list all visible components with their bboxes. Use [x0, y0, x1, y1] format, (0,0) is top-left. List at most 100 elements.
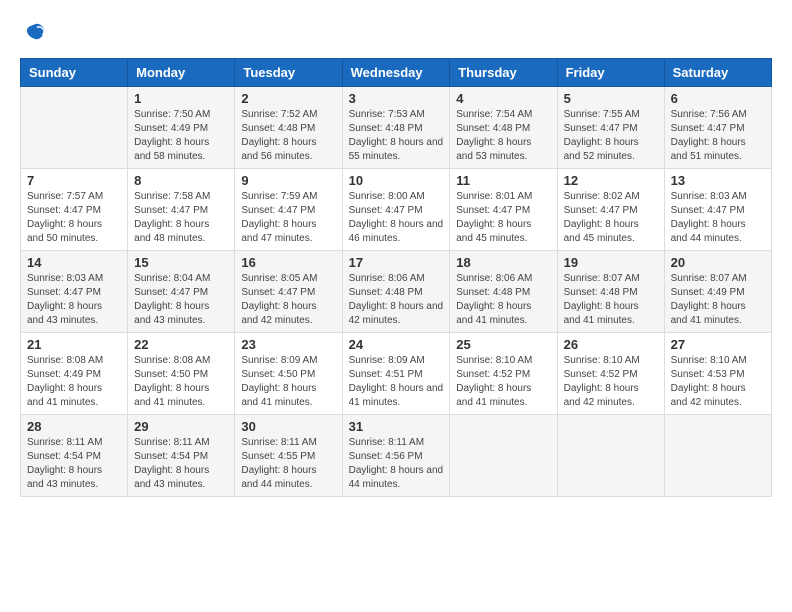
calendar-cell: 8 Sunrise: 7:58 AMSunset: 4:47 PMDaylight… [128, 169, 235, 251]
calendar-cell: 13 Sunrise: 8:03 AMSunset: 4:47 PMDayligh… [664, 169, 771, 251]
day-number: 6 [671, 91, 765, 106]
day-info: Sunrise: 7:59 AMSunset: 4:47 PMDaylight:… [241, 190, 335, 246]
day-number: 21 [27, 337, 121, 352]
calendar-cell: 3 Sunrise: 7:53 AMSunset: 4:48 PMDaylight… [342, 87, 450, 169]
day-number: 16 [241, 255, 335, 270]
calendar-cell [664, 415, 771, 497]
column-header-saturday: Saturday [664, 59, 771, 87]
calendar-cell: 15 Sunrise: 8:04 AMSunset: 4:47 PMDayligh… [128, 251, 235, 333]
day-info: Sunrise: 8:02 AMSunset: 4:47 PMDaylight:… [564, 190, 658, 246]
calendar-cell [21, 87, 128, 169]
calendar-cell: 16 Sunrise: 8:05 AMSunset: 4:47 PMDayligh… [235, 251, 342, 333]
day-number: 2 [241, 91, 335, 106]
day-info: Sunrise: 8:07 AMSunset: 4:48 PMDaylight:… [564, 272, 658, 328]
page-header [20, 20, 772, 48]
day-number: 22 [134, 337, 228, 352]
calendar-cell: 30 Sunrise: 8:11 AMSunset: 4:55 PMDayligh… [235, 415, 342, 497]
day-number: 11 [456, 173, 550, 188]
day-number: 28 [27, 419, 121, 434]
calendar-week-row: 7 Sunrise: 7:57 AMSunset: 4:47 PMDaylight… [21, 169, 772, 251]
day-info: Sunrise: 8:06 AMSunset: 4:48 PMDaylight:… [349, 272, 444, 328]
day-number: 19 [564, 255, 658, 270]
day-number: 5 [564, 91, 658, 106]
calendar-cell: 25 Sunrise: 8:10 AMSunset: 4:52 PMDayligh… [450, 333, 557, 415]
day-number: 8 [134, 173, 228, 188]
day-number: 4 [456, 91, 550, 106]
calendar-cell: 6 Sunrise: 7:56 AMSunset: 4:47 PMDaylight… [664, 87, 771, 169]
calendar-cell: 22Sunrise: 8:08 AMSunset: 4:50 PMDayligh… [128, 333, 235, 415]
day-number: 7 [27, 173, 121, 188]
day-info: Sunrise: 8:03 AMSunset: 4:47 PMDaylight:… [671, 190, 765, 246]
day-info: Sunrise: 8:10 AMSunset: 4:53 PMDaylight:… [671, 354, 765, 410]
day-number: 15 [134, 255, 228, 270]
day-info: Sunrise: 7:50 AMSunset: 4:49 PMDaylight:… [134, 108, 228, 164]
day-info: Sunrise: 8:06 AMSunset: 4:48 PMDaylight:… [456, 272, 550, 328]
day-info: Sunrise: 8:05 AMSunset: 4:47 PMDaylight:… [241, 272, 335, 328]
day-number: 29 [134, 419, 228, 434]
day-number: 17 [349, 255, 444, 270]
day-info: Sunrise: 7:52 AMSunset: 4:48 PMDaylight:… [241, 108, 335, 164]
day-info: Sunrise: 7:53 AMSunset: 4:48 PMDaylight:… [349, 108, 444, 164]
column-header-monday: Monday [128, 59, 235, 87]
calendar-header-row: SundayMondayTuesdayWednesdayThursdayFrid… [21, 59, 772, 87]
calendar-cell: 2 Sunrise: 7:52 AMSunset: 4:48 PMDaylight… [235, 87, 342, 169]
calendar-cell: 5 Sunrise: 7:55 AMSunset: 4:47 PMDaylight… [557, 87, 664, 169]
calendar-cell: 28 Sunrise: 8:11 AMSunset: 4:54 PMDayligh… [21, 415, 128, 497]
calendar-cell: 12Sunrise: 8:02 AMSunset: 4:47 PMDayligh… [557, 169, 664, 251]
day-info: Sunrise: 8:00 AMSunset: 4:47 PMDaylight:… [349, 190, 444, 246]
day-number: 13 [671, 173, 765, 188]
calendar-cell: 27 Sunrise: 8:10 AMSunset: 4:53 PMDayligh… [664, 333, 771, 415]
day-info: Sunrise: 8:09 AMSunset: 4:51 PMDaylight:… [349, 354, 444, 410]
day-number: 27 [671, 337, 765, 352]
calendar-cell: 31 Sunrise: 8:11 AMSunset: 4:56 PMDayligh… [342, 415, 450, 497]
calendar-table: SundayMondayTuesdayWednesdayThursdayFrid… [20, 58, 772, 497]
day-number: 25 [456, 337, 550, 352]
calendar-cell: 19 Sunrise: 8:07 AMSunset: 4:48 PMDayligh… [557, 251, 664, 333]
day-info: Sunrise: 7:56 AMSunset: 4:47 PMDaylight:… [671, 108, 765, 164]
day-number: 14 [27, 255, 121, 270]
calendar-cell: 29 Sunrise: 8:11 AMSunset: 4:54 PMDayligh… [128, 415, 235, 497]
day-info: Sunrise: 8:10 AMSunset: 4:52 PMDaylight:… [564, 354, 658, 410]
day-info: Sunrise: 8:04 AMSunset: 4:47 PMDaylight:… [134, 272, 228, 328]
calendar-cell: 18 Sunrise: 8:06 AMSunset: 4:48 PMDayligh… [450, 251, 557, 333]
calendar-cell: 14 Sunrise: 8:03 AMSunset: 4:47 PMDayligh… [21, 251, 128, 333]
day-number: 30 [241, 419, 335, 434]
column-header-sunday: Sunday [21, 59, 128, 87]
column-header-friday: Friday [557, 59, 664, 87]
calendar-week-row: 21 Sunrise: 8:08 AMSunset: 4:49 PMDayligh… [21, 333, 772, 415]
day-info: Sunrise: 8:07 AMSunset: 4:49 PMDaylight:… [671, 272, 765, 328]
column-header-tuesday: Tuesday [235, 59, 342, 87]
day-number: 31 [349, 419, 444, 434]
day-info: Sunrise: 8:11 AMSunset: 4:54 PMDaylight:… [27, 436, 121, 492]
day-info: Sunrise: 7:57 AMSunset: 4:47 PMDaylight:… [27, 190, 121, 246]
calendar-week-row: 14 Sunrise: 8:03 AMSunset: 4:47 PMDayligh… [21, 251, 772, 333]
day-number: 20 [671, 255, 765, 270]
day-number: 18 [456, 255, 550, 270]
day-number: 24 [349, 337, 444, 352]
day-info: Sunrise: 8:11 AMSunset: 4:54 PMDaylight:… [134, 436, 228, 492]
day-number: 9 [241, 173, 335, 188]
day-info: Sunrise: 7:55 AMSunset: 4:47 PMDaylight:… [564, 108, 658, 164]
calendar-cell: 17 Sunrise: 8:06 AMSunset: 4:48 PMDayligh… [342, 251, 450, 333]
calendar-cell: 7 Sunrise: 7:57 AMSunset: 4:47 PMDaylight… [21, 169, 128, 251]
calendar-cell: 23 Sunrise: 8:09 AMSunset: 4:50 PMDayligh… [235, 333, 342, 415]
day-info: Sunrise: 8:09 AMSunset: 4:50 PMDaylight:… [241, 354, 335, 410]
calendar-cell: 1 Sunrise: 7:50 AMSunset: 4:49 PMDaylight… [128, 87, 235, 169]
calendar-cell: 24 Sunrise: 8:09 AMSunset: 4:51 PMDayligh… [342, 333, 450, 415]
day-info: Sunrise: 8:08 AMSunset: 4:49 PMDaylight:… [27, 354, 121, 410]
calendar-cell: 11Sunrise: 8:01 AMSunset: 4:47 PMDayligh… [450, 169, 557, 251]
day-info: Sunrise: 8:11 AMSunset: 4:55 PMDaylight:… [241, 436, 335, 492]
day-number: 1 [134, 91, 228, 106]
day-info: Sunrise: 8:03 AMSunset: 4:47 PMDaylight:… [27, 272, 121, 328]
calendar-cell: 9 Sunrise: 7:59 AMSunset: 4:47 PMDaylight… [235, 169, 342, 251]
day-number: 3 [349, 91, 444, 106]
logo [20, 20, 52, 48]
day-number: 26 [564, 337, 658, 352]
day-info: Sunrise: 7:58 AMSunset: 4:47 PMDaylight:… [134, 190, 228, 246]
day-info: Sunrise: 8:11 AMSunset: 4:56 PMDaylight:… [349, 436, 444, 492]
day-number: 23 [241, 337, 335, 352]
calendar-cell: 26 Sunrise: 8:10 AMSunset: 4:52 PMDayligh… [557, 333, 664, 415]
logo-icon [20, 20, 48, 48]
day-info: Sunrise: 8:10 AMSunset: 4:52 PMDaylight:… [456, 354, 550, 410]
day-info: Sunrise: 7:54 AMSunset: 4:48 PMDaylight:… [456, 108, 550, 164]
